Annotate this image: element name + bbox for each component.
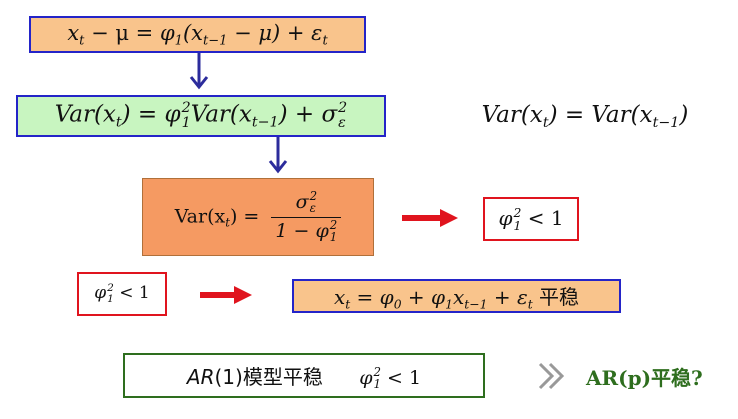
equation-variance-recursion: Var(xt) = φ 2 1 Var(xt−1) + σ2ε [54,100,348,131]
equation-centered-process: xt − μ = φ1(xt−1 − μ) + εt [67,20,328,49]
equation-variance-result: Var(xt) = σ2ε 1 − φ21 [175,190,342,244]
condition-box-left: φ21 < 1 [77,272,167,316]
equation-stationarity-assumption: Var(xt) = Var(xt−1) [481,101,689,131]
equation-box-variance-result: Var(xt) = σ2ε 1 − φ21 [142,178,374,256]
equation-box-variance-recursion: Var(xt) = φ 2 1 Var(xt−1) + σ2ε [16,95,386,137]
condition-box-right: φ21 < 1 [483,197,579,241]
question-arp-stationary: AR(p)平稳? [586,366,703,390]
down-arrow-2 [268,137,288,174]
right-arrow-2 [200,286,252,304]
summary-box-ar1: AR(1)模型平稳 φ21 < 1 [123,353,485,398]
equation-box-centered-process: xt − μ = φ1(xt−1 − μ) + εt [29,16,366,53]
right-arrow-1 [402,209,458,227]
chevron-right-icon [538,362,565,390]
down-arrow-1 [189,53,209,90]
equation-box-ar1-stationary: xt = φ0 + φ1xt−1 + εt 平稳 [292,279,621,313]
